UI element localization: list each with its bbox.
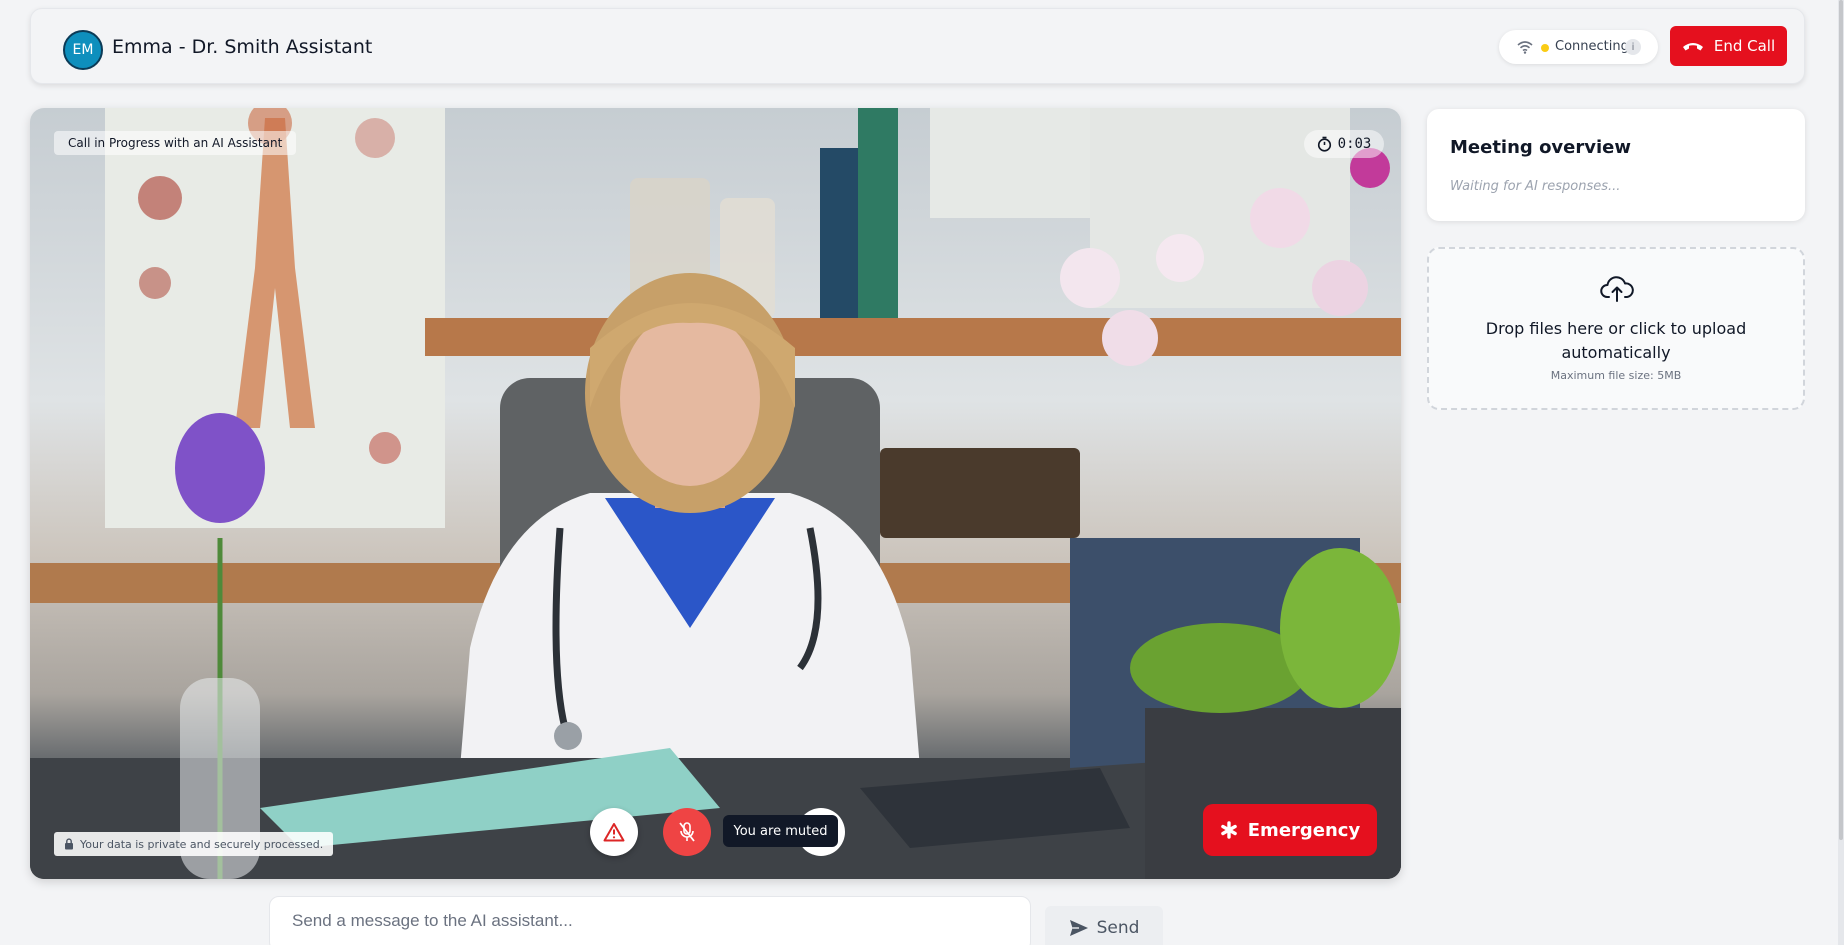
- meeting-overview-title: Meeting overview: [1450, 137, 1631, 158]
- avatar: EM: [63, 30, 103, 70]
- connection-status: Connecting i: [1499, 30, 1658, 64]
- status-text: Connecting: [1555, 39, 1629, 54]
- send-button[interactable]: Send: [1045, 906, 1163, 945]
- send-icon: [1069, 920, 1088, 936]
- warning-icon: [603, 823, 625, 842]
- page-title: Emma - Dr. Smith Assistant: [112, 36, 373, 58]
- status-dot: [1541, 44, 1549, 52]
- message-input[interactable]: [269, 896, 1031, 945]
- info-icon[interactable]: i: [1625, 39, 1641, 55]
- end-call-label: End Call: [1713, 37, 1776, 55]
- mute-toggle-button[interactable]: [663, 808, 711, 856]
- muted-tooltip: You are muted: [723, 815, 838, 847]
- video-frame-image: [30, 108, 1401, 879]
- meeting-overview-status: Waiting for AI responses...: [1450, 179, 1621, 194]
- scrollbar-thumb[interactable]: [1839, 0, 1843, 840]
- stopwatch-icon: [1317, 136, 1331, 152]
- call-status-label: Call in Progress with an AI Assistant: [54, 131, 297, 155]
- dropzone-text: Drop files here or click to upload autom…: [1485, 319, 1747, 362]
- asterisk-icon: [1220, 821, 1237, 839]
- emergency-label: Emergency: [1247, 819, 1361, 841]
- call-timer: 0:03: [1304, 130, 1384, 158]
- video-feed: Call in Progress with an AI Assistant 0:…: [30, 108, 1401, 879]
- report-issue-button[interactable]: [590, 808, 638, 856]
- file-upload-dropzone[interactable]: Drop files here or click to upload autom…: [1427, 247, 1805, 410]
- send-label: Send: [1096, 918, 1140, 938]
- emergency-button[interactable]: Emergency: [1203, 804, 1377, 856]
- end-call-button[interactable]: End Call: [1670, 26, 1787, 66]
- mic-off-icon: [679, 822, 695, 842]
- privacy-note: Your data is private and securely proces…: [54, 832, 334, 856]
- privacy-note-text: Your data is private and securely proces…: [80, 837, 324, 851]
- dropzone-hint: Maximum file size: 5MB: [1550, 369, 1682, 382]
- wifi-icon: [1517, 41, 1533, 54]
- meeting-overview-panel: Meeting overview Waiting for AI response…: [1427, 109, 1805, 221]
- phone-hangup-icon: [1682, 43, 1703, 51]
- lock-icon: [65, 838, 73, 850]
- cloud-upload-icon: [1600, 276, 1634, 302]
- top-bar: EM Emma - Dr. Smith Assistant Connecting…: [30, 8, 1805, 84]
- timer-value: 0:03: [1337, 136, 1372, 152]
